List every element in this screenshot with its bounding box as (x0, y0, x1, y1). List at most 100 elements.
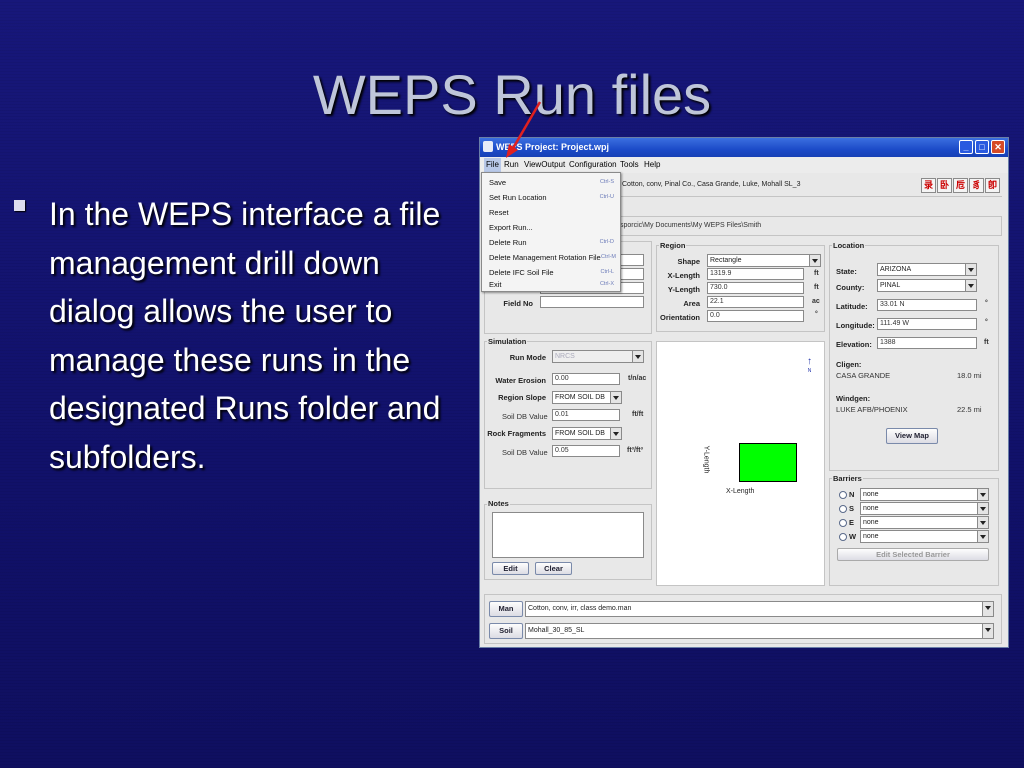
shortcut-delete-run: Ctrl-D (599, 239, 614, 245)
menu-item-reset[interactable]: Reset (489, 208, 509, 217)
run-icon-4[interactable]: 豸 (969, 178, 984, 193)
barrier-e-radio[interactable] (839, 519, 847, 527)
run-path: sporcic\My Documents\My WEPS Files\Smith (620, 222, 762, 229)
run-mode-label: Run Mode (509, 353, 546, 362)
orientation-label: Orientation (659, 313, 700, 322)
menu-item-delete-management-rotation-file[interactable]: Delete Management Rotation File (489, 253, 601, 262)
menu-run[interactable]: Run (504, 160, 519, 169)
longitude-unit: ° (985, 319, 988, 326)
latitude-input[interactable]: 33.01 N (877, 299, 977, 311)
menu-configuration[interactable]: Configuration (569, 160, 617, 169)
barrier-s-label: S (849, 504, 855, 513)
barriers-title: Barriers (832, 474, 863, 483)
xlength-input[interactable]: 1319.9 (707, 268, 804, 280)
chevron-down-icon (977, 489, 988, 500)
shape-select[interactable]: Rectangle (707, 254, 821, 267)
chevron-down-icon (610, 428, 621, 439)
ylength-label: Y-Length (667, 285, 700, 294)
shortcut-save: Ctrl-S (599, 179, 614, 185)
menu-item-delete-run[interactable]: Delete Run (489, 238, 527, 247)
menubar: File Run ViewOutput Configuration Tools … (480, 157, 1008, 173)
weps-app-icon (483, 141, 493, 152)
longitude-input[interactable]: 111.49 W (877, 318, 977, 330)
run-icon-2[interactable]: 卧 (937, 178, 952, 193)
elevation-input[interactable]: 1388 (877, 337, 977, 349)
chevron-down-icon (632, 351, 643, 362)
field-no-input[interactable] (540, 296, 644, 308)
menu-viewoutput[interactable]: ViewOutput (524, 160, 565, 169)
shape-label: Shape (677, 257, 700, 266)
rock-fragments-label: Rock Fragments (487, 429, 546, 438)
notes-edit-button[interactable]: Edit (492, 562, 529, 575)
windgen-label: Windgen: (836, 394, 871, 403)
barrier-n-radio[interactable] (839, 491, 847, 499)
county-select[interactable]: PINAL (877, 279, 977, 292)
barrier-w-radio[interactable] (839, 533, 847, 541)
soil-button[interactable]: Soil (489, 623, 523, 639)
barrier-n-select[interactable]: none (860, 488, 989, 501)
area-input[interactable]: 22.1 (707, 296, 804, 308)
maximize-icon[interactable]: □ (975, 140, 989, 154)
county-label: County: (836, 283, 865, 292)
run-description: Cotton, conv, Pinal Co., Casa Grande, Lu… (622, 181, 801, 188)
barrier-s-radio[interactable] (839, 505, 847, 513)
cligen-station: CASA GRANDE (836, 371, 891, 380)
window-titlebar[interactable]: WEPS Project: Project.wpj _ □ ✕ (480, 138, 1008, 157)
shortcut-set-run-location: Ctrl-U (599, 194, 614, 200)
region-slope-select[interactable]: FROM SOIL DB (552, 391, 622, 404)
menu-help[interactable]: Help (644, 160, 660, 169)
menu-item-delete-ifc-soil-file[interactable]: Delete IFC Soil File (489, 268, 554, 277)
longitude-label: Longitude: (836, 321, 875, 330)
rock-db-label: Soil DB Value (502, 448, 548, 457)
chevron-down-icon (982, 602, 993, 616)
elevation-unit: ft (984, 339, 989, 346)
location-title: Location (832, 241, 866, 250)
close-icon[interactable]: ✕ (991, 140, 1005, 154)
region-title: Region (659, 241, 687, 250)
run-icon-5[interactable]: 卽 (985, 178, 1000, 193)
chevron-down-icon (977, 503, 988, 514)
ylength-input[interactable]: 730.0 (707, 282, 804, 294)
orientation-input[interactable]: 0.0 (707, 310, 804, 322)
barrier-s-select[interactable]: none (860, 502, 989, 515)
shortcut-delete-management: Ctrl-M (601, 254, 616, 260)
minimize-icon[interactable]: _ (959, 140, 973, 154)
water-erosion-label: Water Erosion (495, 376, 546, 385)
slope-db-input: 0.01 (552, 409, 620, 421)
field-no-label: Field No (503, 299, 533, 308)
notes-textarea[interactable] (492, 512, 644, 558)
rock-fragments-select[interactable]: FROM SOIL DB (552, 427, 622, 440)
menu-file[interactable]: File (484, 158, 501, 172)
edit-selected-barrier-button: Edit Selected Barrier (837, 548, 989, 561)
barrier-e-select[interactable]: none (860, 516, 989, 529)
run-icon-3[interactable]: 卮 (953, 178, 968, 193)
cligen-label: Cligen: (836, 360, 862, 369)
elevation-label: Elevation: (836, 340, 872, 349)
menu-tools[interactable]: Tools (620, 160, 639, 169)
menu-item-export-run[interactable]: Export Run... (489, 223, 533, 232)
state-label: State: (836, 267, 857, 276)
run-mode-select: NRCS (552, 350, 644, 363)
chevron-down-icon (809, 255, 820, 266)
man-button[interactable]: Man (489, 601, 523, 617)
slide-bullet-text: In the WEPS interface a file management … (49, 196, 441, 475)
bullet-square-icon (14, 200, 25, 211)
rock-unit: ft³/ft³ (627, 447, 643, 454)
notes-title: Notes (487, 499, 510, 508)
notes-clear-button[interactable]: Clear (535, 562, 572, 575)
water-erosion-input[interactable]: 0.00 (552, 373, 620, 385)
view-map-button[interactable]: View Map (886, 428, 938, 444)
shortcut-delete-ifc-soil: Ctrl-L (600, 269, 614, 275)
barrier-n-label: N (849, 490, 855, 499)
menu-item-exit[interactable]: Exit (489, 280, 502, 289)
menu-item-save[interactable]: Save (489, 178, 506, 187)
chevron-down-icon (982, 624, 993, 638)
soil-select[interactable]: Mohall_30_85_SL (525, 623, 994, 639)
barrier-w-select[interactable]: none (860, 530, 989, 543)
state-select[interactable]: ARIZONA (877, 263, 977, 276)
man-select[interactable]: Cotton, conv, irr, class demo.man (525, 601, 994, 617)
run-icon-1[interactable]: 录 (921, 178, 936, 193)
slope-unit: ft/ft (632, 411, 644, 418)
menu-item-set-run-location[interactable]: Set Run Location (489, 193, 547, 202)
pointer-arrow-icon (506, 101, 542, 158)
